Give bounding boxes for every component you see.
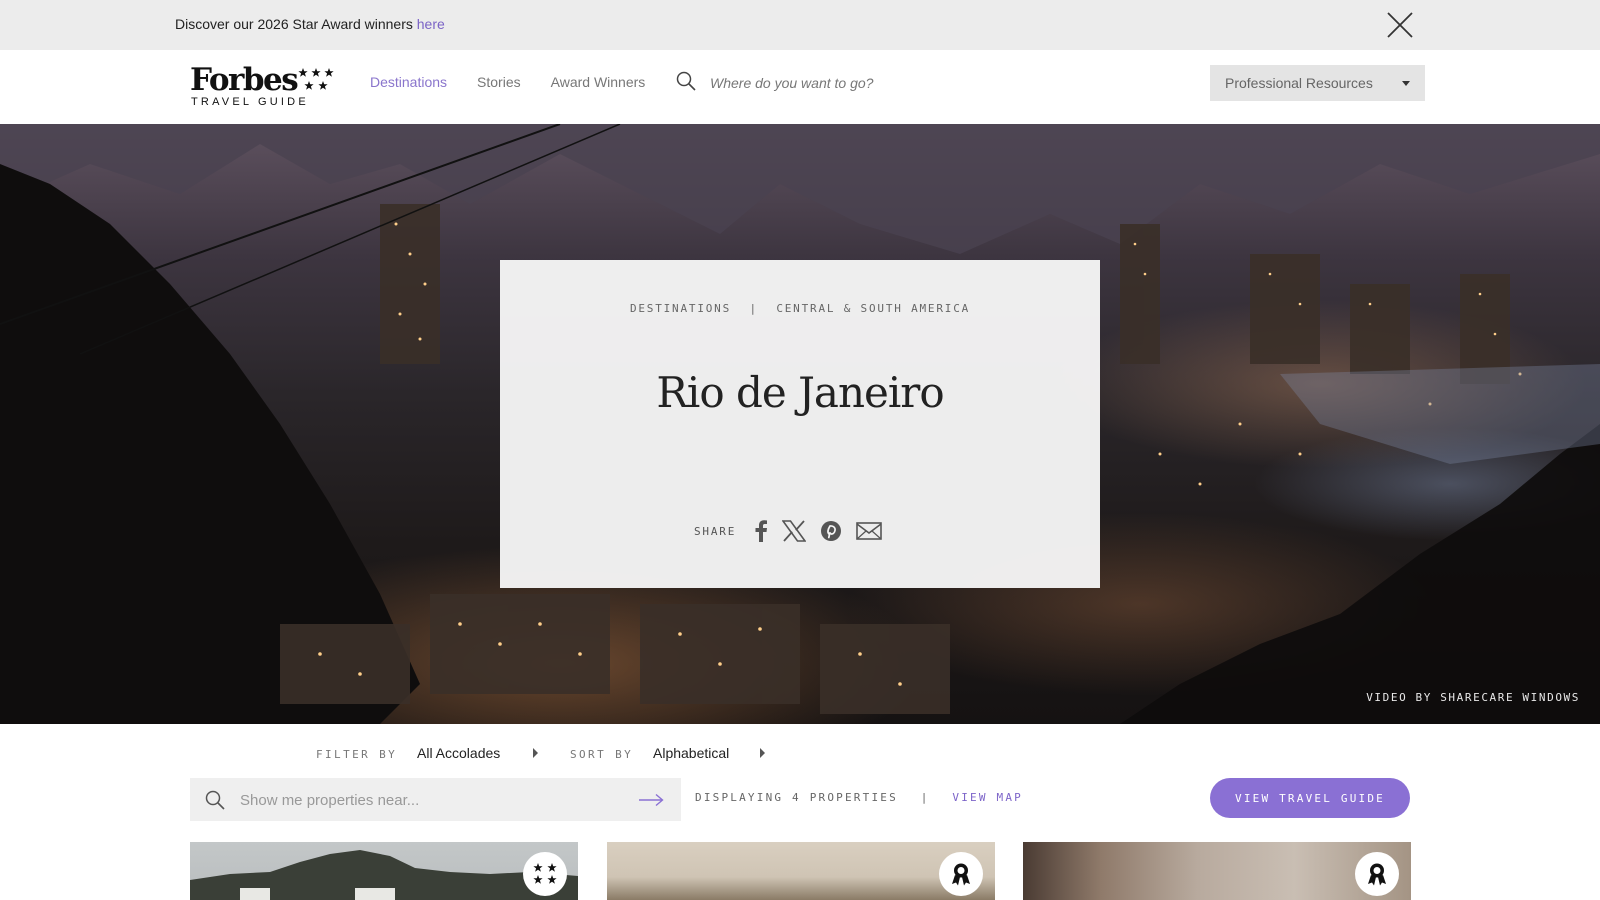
filter-bar: FILTER BY All Accolades SORT BY Alphabet…: [0, 740, 1600, 766]
caret-right-icon[interactable]: [760, 748, 765, 758]
breadcrumb: DESTINATIONS | CENTRAL & SOUTH AMERICA: [500, 302, 1100, 315]
stars-badge-icon: [533, 863, 557, 884]
breadcrumb-destinations[interactable]: DESTINATIONS: [630, 302, 731, 315]
view-map-link[interactable]: VIEW MAP: [952, 791, 1023, 804]
professional-resources-label: Professional Resources: [1225, 75, 1373, 91]
announcement-bar: Discover our 2026 Star Award winners her…: [0, 0, 1600, 50]
property-card[interactable]: [190, 842, 578, 900]
results-info: DISPLAYING 4 PROPERTIES | VIEW MAP: [695, 791, 1023, 804]
logo-wordmark: Forbes: [190, 62, 299, 98]
results-separator: |: [920, 791, 930, 804]
accolades-dropdown[interactable]: All Accolades: [417, 745, 500, 761]
sort-dropdown[interactable]: Alphabetical: [653, 745, 729, 761]
arrow-right-icon[interactable]: [638, 793, 664, 807]
caret-right-icon[interactable]: [533, 748, 538, 758]
share-label: SHARE: [694, 524, 737, 538]
video-credit: VIDEO BY SHARECARE WINDOWS: [1366, 691, 1580, 704]
pinterest-icon[interactable]: [820, 520, 842, 542]
stars-icon: [298, 68, 334, 90]
main-nav: Destinations Stories Award Winners: [370, 74, 645, 90]
announcement-message: Discover our 2026 Star Award winners: [175, 16, 413, 32]
sort-by-label: SORT BY: [570, 748, 634, 761]
nav-stories[interactable]: Stories: [477, 74, 521, 90]
award-ribbon-icon: [1368, 863, 1386, 886]
property-search-input[interactable]: [240, 789, 620, 811]
award-ribbon-icon: [952, 863, 970, 886]
property-image: [190, 850, 578, 900]
breadcrumb-separator: |: [749, 302, 758, 315]
property-card[interactable]: [607, 842, 995, 900]
property-search: [190, 778, 681, 821]
professional-resources-dropdown[interactable]: Professional Resources: [1210, 65, 1425, 101]
announcement-link[interactable]: here: [417, 16, 445, 32]
site-header: Forbes TRAVEL GUIDE Destinations Stories…: [0, 50, 1600, 124]
share-bar: SHARE: [694, 518, 882, 544]
page-title: Rio de Janeiro: [656, 368, 944, 417]
breadcrumb-region[interactable]: CENTRAL & SOUTH AMERICA: [776, 302, 970, 315]
search-icon: [205, 790, 225, 810]
nav-destinations[interactable]: Destinations: [370, 74, 447, 90]
forbes-logo[interactable]: Forbes TRAVEL GUIDE: [190, 64, 334, 110]
view-travel-guide-button[interactable]: VIEW TRAVEL GUIDE: [1210, 778, 1410, 818]
filter-by-label: FILTER BY: [316, 748, 398, 761]
search-icon[interactable]: [675, 70, 697, 92]
results-count: DISPLAYING 4 PROPERTIES: [695, 791, 898, 804]
caret-down-icon: [1402, 81, 1410, 86]
destination-card: DESTINATIONS | CENTRAL & SOUTH AMERICA R…: [500, 260, 1100, 588]
close-icon[interactable]: [1385, 10, 1415, 40]
badge: [939, 852, 983, 896]
badge: [1355, 852, 1399, 896]
logo-subtitle: TRAVEL GUIDE: [191, 96, 309, 108]
announcement-text: Discover our 2026 Star Award winners her…: [175, 16, 445, 32]
facebook-icon[interactable]: [754, 520, 768, 542]
email-icon[interactable]: [856, 522, 882, 540]
x-icon[interactable]: [782, 520, 807, 542]
destination-search-input[interactable]: [710, 72, 1010, 94]
badge: [523, 852, 567, 896]
nav-award-winners[interactable]: Award Winners: [551, 74, 646, 90]
property-card[interactable]: [1023, 842, 1411, 900]
